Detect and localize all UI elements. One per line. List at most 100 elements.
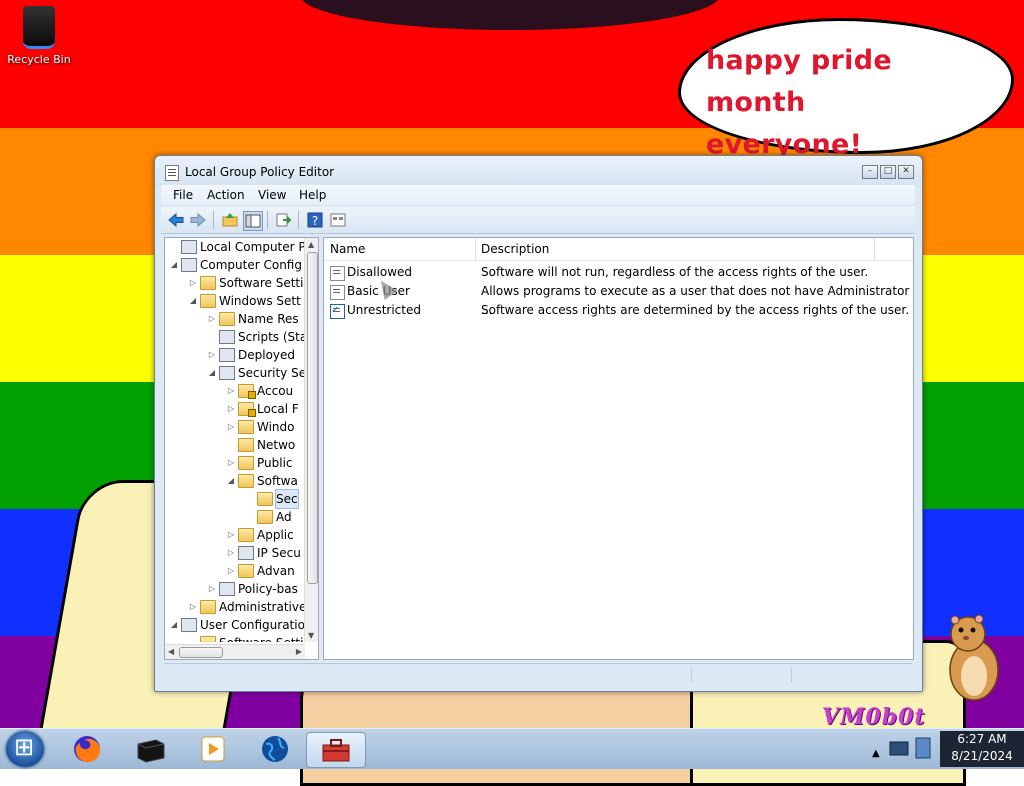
expand-arrow-icon[interactable]: ▷ (226, 544, 236, 562)
tree-node-label: Ad (276, 510, 292, 524)
locked-folder-icon (238, 402, 256, 417)
tree-node[interactable]: ◢ Windows Sett (165, 292, 305, 310)
tree-node-label: Advan (257, 564, 295, 578)
tree-node[interactable]: ▷ Software Setti (165, 274, 305, 292)
recycle-bin-shortcut[interactable]: Recycle Bin (6, 6, 72, 66)
tree-node[interactable]: ▷ Name Res (165, 310, 305, 328)
help-icon[interactable]: ? (306, 211, 324, 229)
expand-arrow-icon[interactable]: ▷ (226, 562, 236, 580)
collapse-arrow-icon[interactable]: ◢ (207, 364, 217, 382)
tree-node[interactable]: ▷ Advan (165, 562, 305, 580)
show-hide-tree-icon[interactable] (243, 211, 263, 231)
collapse-arrow-icon[interactable]: ◢ (169, 616, 179, 634)
column-description-header[interactable]: Description (481, 242, 549, 256)
start-button[interactable] (6, 731, 44, 767)
menu-help[interactable]: Help (299, 188, 326, 202)
folder-icon (200, 294, 216, 308)
tree-node[interactable]: ▷ Applic (165, 526, 305, 544)
tree-node[interactable]: ▷ IP Secu (165, 544, 305, 562)
tree-node[interactable]: ▷ Administrative (165, 598, 305, 616)
expand-arrow-icon[interactable]: ▷ (226, 400, 236, 418)
collapse-arrow-icon[interactable]: ◢ (169, 256, 179, 274)
toolbox-taskbar-button[interactable] (306, 732, 366, 768)
properties-view-icon[interactable] (329, 211, 347, 229)
firefox-icon[interactable] (70, 732, 104, 766)
terminal-icon[interactable] (134, 732, 168, 766)
maximize-button[interactable]: □ (880, 165, 896, 179)
tree-node[interactable]: ▷ Local F (165, 400, 305, 418)
row-description: Software will not run, regardless of the… (481, 265, 869, 279)
expand-arrow-icon[interactable]: ▷ (226, 418, 236, 436)
user-icon (181, 618, 197, 632)
list-row-basic-user[interactable]: Basic User Allows programs to execute as… (324, 282, 913, 317)
tree-node[interactable]: Sec (165, 489, 305, 509)
tree-node[interactable]: Netwo (165, 436, 305, 454)
tree-node[interactable]: Ad (165, 508, 305, 526)
security-tray-icon[interactable] (915, 737, 931, 759)
minimize-button[interactable]: – (862, 165, 878, 179)
expand-arrow-icon[interactable]: ▷ (188, 598, 198, 616)
expand-arrow-icon[interactable]: ▷ (188, 274, 198, 292)
default-security-level-icon (330, 301, 345, 320)
tree-node[interactable]: Software Setti (165, 634, 305, 642)
back-arrow-icon[interactable] (167, 211, 185, 229)
tree-node[interactable]: ◢ Security Se (165, 364, 305, 382)
expand-arrow-icon[interactable]: ▷ (226, 454, 236, 472)
tree-node-label: Computer Config (200, 258, 302, 272)
expand-arrow-icon[interactable]: ▷ (207, 310, 217, 328)
collapse-arrow-icon[interactable]: ◢ (226, 472, 236, 490)
tree-node[interactable]: ▷ Policy-bas (165, 580, 305, 598)
toolbox-icon (322, 739, 350, 762)
tree-vertical-scrollbar[interactable]: ▲ ▼ (304, 238, 318, 642)
system-clock[interactable]: 6:27 AM 8/21/2024 (940, 731, 1024, 767)
tree-node[interactable]: ◢ Softwa (165, 472, 305, 490)
watermark-logo: VM0b0t (822, 704, 926, 730)
tree-node[interactable]: Local Computer Polic (165, 238, 305, 256)
tree-hscroll-thumb[interactable] (179, 647, 223, 658)
close-button[interactable]: ✕ (898, 165, 914, 179)
folder-icon (238, 438, 254, 452)
expand-arrow-icon[interactable]: ▷ (207, 580, 217, 598)
tree-node[interactable]: ◢ User Configuratio (165, 616, 305, 634)
tree-horizontal-scrollbar[interactable]: ◀ ▶ (165, 644, 305, 659)
menu-file[interactable]: File (173, 188, 193, 202)
expand-arrow-icon[interactable]: ▷ (207, 346, 217, 364)
details-list: Name Description Disallowed Software wil… (323, 237, 914, 660)
tree-node-label: Name Res (238, 312, 299, 326)
tree-node[interactable]: ▷ Public (165, 454, 305, 472)
tree-node-label: Scripts (Sta (238, 330, 305, 344)
tree-node-label: Public (257, 456, 293, 470)
menu-bar: File Action View Help (161, 185, 915, 205)
expand-arrow-icon[interactable]: ▷ (226, 382, 236, 400)
folder-icon (238, 456, 254, 470)
expand-arrow-icon[interactable]: ▷ (226, 526, 236, 544)
collapse-arrow-icon[interactable]: ◢ (188, 292, 198, 310)
network-icon[interactable] (889, 741, 909, 756)
tree-node[interactable]: ▷ Deployed (165, 346, 305, 364)
tree-node-label: IP Secu (257, 546, 301, 560)
media-player-icon[interactable] (196, 732, 230, 766)
tree-node[interactable]: ◢ Computer Config (165, 256, 305, 274)
globe-icon[interactable] (258, 732, 292, 766)
list-row-unrestricted[interactable]: Unrestricted Software access rights are … (324, 301, 913, 320)
tree-node[interactable]: ▷ Windo (165, 418, 305, 436)
menu-action[interactable]: Action (207, 188, 245, 202)
folder-icon (219, 312, 235, 326)
row-name: Unrestricted (347, 303, 421, 317)
menu-view[interactable]: View (258, 188, 286, 202)
tree-node-label: Windows Sett (219, 294, 301, 308)
chart-icon (219, 582, 235, 596)
tree-node[interactable]: ▷ Accou (165, 382, 305, 400)
export-list-icon[interactable] (274, 211, 292, 229)
show-hidden-icons-icon[interactable]: ▲ (872, 748, 880, 759)
forward-arrow-icon[interactable] (189, 211, 207, 229)
security-icon (219, 366, 235, 380)
title-bar[interactable]: Local Group Policy Editor – □ ✕ (155, 156, 922, 187)
system-tray: ▲ (866, 730, 936, 768)
tree-scroll-thumb[interactable] (307, 252, 318, 584)
list-row-disallowed[interactable]: Disallowed Software will not run, regard… (324, 263, 913, 282)
up-folder-icon[interactable] (221, 211, 239, 229)
tree-node[interactable]: Scripts (Sta (165, 328, 305, 346)
security-level-icon (330, 285, 345, 300)
column-name-header[interactable]: Name (330, 242, 365, 256)
